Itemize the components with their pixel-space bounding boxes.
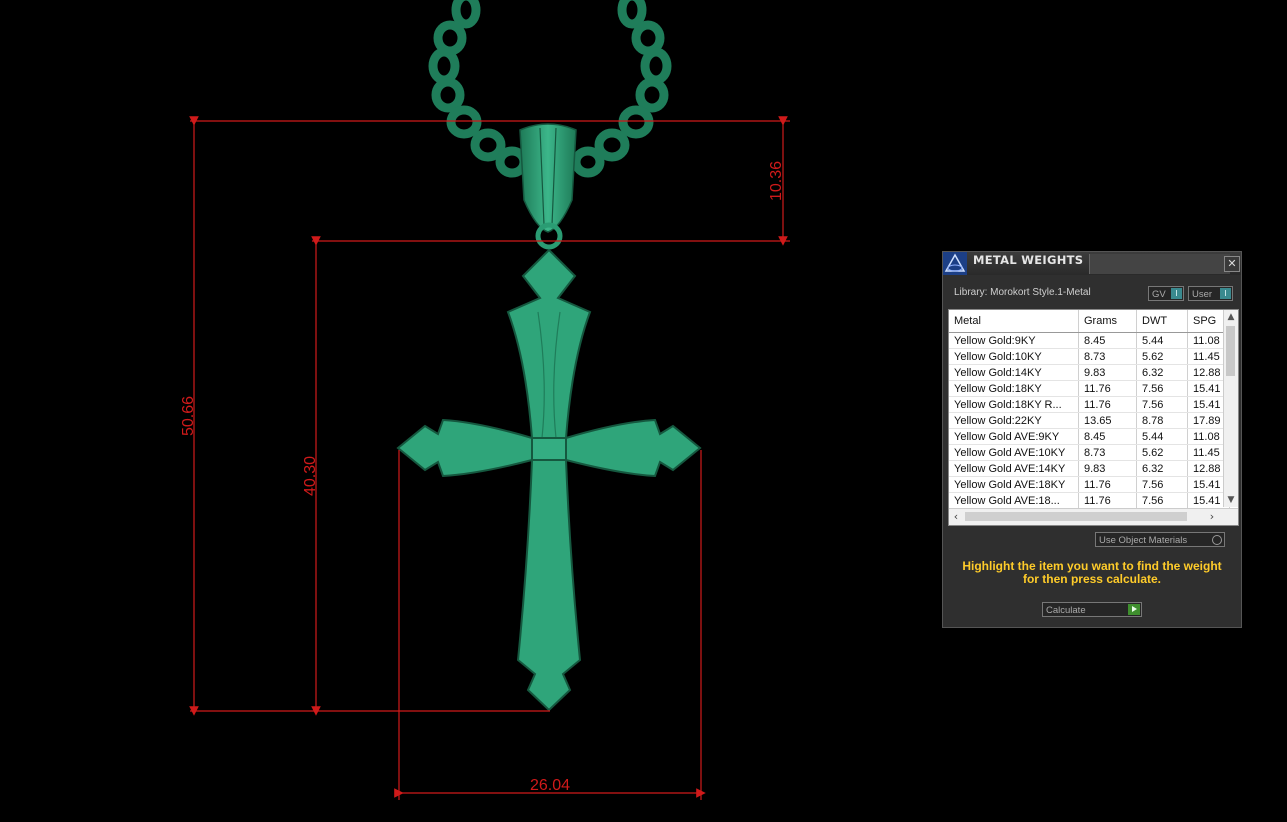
play-icon [1128,604,1140,615]
dimension-width: 26.04 [530,777,570,794]
titlebar-tab [1089,254,1230,274]
table-header-row: Metal Grams DWT SPG [949,310,1230,333]
cell-dwt: 7.56 [1136,380,1188,397]
table-row[interactable]: Yellow Gold AVE:18KY 11.76 7.56 15.41 [949,476,1230,493]
cell-metal: Yellow Gold:10KY [949,348,1079,365]
radio-icon [1212,535,1222,545]
cell-dwt: 7.56 [1136,476,1188,493]
bail [519,123,577,250]
column-header-metal[interactable]: Metal [949,310,1079,333]
cell-grams: 11.76 [1078,396,1137,413]
cell-dwt: 5.44 [1136,428,1188,445]
cell-metal: Yellow Gold:22KY [949,412,1079,429]
calculate-label: Calculate [1046,605,1086,616]
toggle-icon: I [1171,288,1182,299]
cell-metal: Yellow Gold AVE:18KY [949,476,1079,493]
cell-dwt: 6.32 [1136,460,1188,477]
metal-weights-table[interactable]: Metal Grams DWT SPG Yellow Gold:9KY 8.45 5… [948,309,1239,526]
cell-dwt: 5.62 [1136,444,1188,461]
close-icon[interactable]: ✕ [1224,256,1240,272]
table-row[interactable]: Yellow Gold:14KY 9.83 6.32 12.88 [949,364,1230,381]
cell-metal: Yellow Gold:14KY [949,364,1079,381]
cell-grams: 11.76 [1078,492,1137,509]
cell-grams: 11.76 [1078,380,1137,397]
vertical-scrollbar[interactable]: ▲ ▼ [1223,310,1238,507]
cell-metal: Yellow Gold:18KY [949,380,1079,397]
dimension-height-bail: 10.36 [768,161,785,201]
scroll-right-icon[interactable]: › [1205,509,1219,525]
cell-metal: Yellow Gold:9KY [949,332,1079,349]
metal-weights-panel: METAL WEIGHTS ✕ Library: Morokort Style.… [942,251,1242,628]
cell-dwt: 5.62 [1136,348,1188,365]
cell-grams: 9.83 [1078,460,1137,477]
gv-label: GV [1152,289,1166,300]
scroll-thumb[interactable] [965,512,1187,521]
cell-dwt: 7.56 [1136,492,1188,509]
cell-dwt: 8.78 [1136,412,1188,429]
scroll-down-icon[interactable]: ▼ [1224,493,1238,507]
use-object-materials-toggle[interactable]: Use Object Materials [1095,532,1225,547]
cell-grams: 8.73 [1078,348,1137,365]
cell-grams: 9.83 [1078,364,1137,381]
cell-grams: 13.65 [1078,412,1137,429]
cell-metal: Yellow Gold AVE:10KY [949,444,1079,461]
scroll-up-icon[interactable]: ▲ [1224,310,1238,324]
scroll-thumb[interactable] [1226,326,1235,376]
dimension-height-total: 50.66 [180,396,197,436]
horizontal-scrollbar[interactable]: ‹ › [949,508,1238,525]
dimension-height-cross: 40.30 [302,456,319,496]
cross-pendant [396,248,702,712]
toggle-icon: I [1220,288,1231,299]
scroll-left-icon[interactable]: ‹ [949,509,963,525]
calculate-button[interactable]: Calculate [1042,602,1142,617]
table-row[interactable]: Yellow Gold AVE:14KY 9.83 6.32 12.88 [949,460,1230,477]
table-row[interactable]: Yellow Gold:18KY 11.76 7.56 15.41 [949,380,1230,397]
cell-metal: Yellow Gold:18KY R... [949,396,1079,413]
user-label: User [1192,289,1213,300]
cell-grams: 8.45 [1078,428,1137,445]
table-row[interactable]: Yellow Gold:22KY 13.65 8.78 17.89 [949,412,1230,429]
table-row[interactable]: Yellow Gold:9KY 8.45 5.44 11.08 [949,332,1230,349]
use-object-materials-label: Use Object Materials [1099,535,1188,546]
panel-titlebar[interactable]: METAL WEIGHTS ✕ [943,252,1241,275]
column-header-grams[interactable]: Grams [1078,310,1137,333]
user-toggle[interactable]: User I [1188,286,1233,301]
cell-dwt: 5.44 [1136,332,1188,349]
cell-dwt: 7.56 [1136,396,1188,413]
cell-dwt: 6.32 [1136,364,1188,381]
gv-toggle[interactable]: GV I [1148,286,1184,301]
library-label: Library: Morokort Style.1-Metal [954,287,1091,298]
cell-metal: Yellow Gold AVE:18... [949,492,1079,509]
cell-grams: 11.76 [1078,476,1137,493]
cell-metal: Yellow Gold AVE:9KY [949,428,1079,445]
table-row[interactable]: Yellow Gold:18KY R... 11.76 7.56 15.41 [949,396,1230,413]
cell-grams: 8.73 [1078,444,1137,461]
cell-metal: Yellow Gold AVE:14KY [949,460,1079,477]
table-row[interactable]: Yellow Gold AVE:9KY 8.45 5.44 11.08 [949,428,1230,445]
column-header-dwt[interactable]: DWT [1136,310,1188,333]
cell-grams: 8.45 [1078,332,1137,349]
table-row[interactable]: Yellow Gold AVE:10KY 8.73 5.62 11.45 [949,444,1230,461]
table-row[interactable]: Yellow Gold:10KY 8.73 5.62 11.45 [949,348,1230,365]
table-row[interactable]: Yellow Gold AVE:18... 11.76 7.56 15.41 [949,492,1230,509]
panel-title: METAL WEIGHTS [973,253,1084,267]
instruction-text: Highlight the item you want to find the … [962,559,1222,586]
app-logo-icon [943,252,967,275]
